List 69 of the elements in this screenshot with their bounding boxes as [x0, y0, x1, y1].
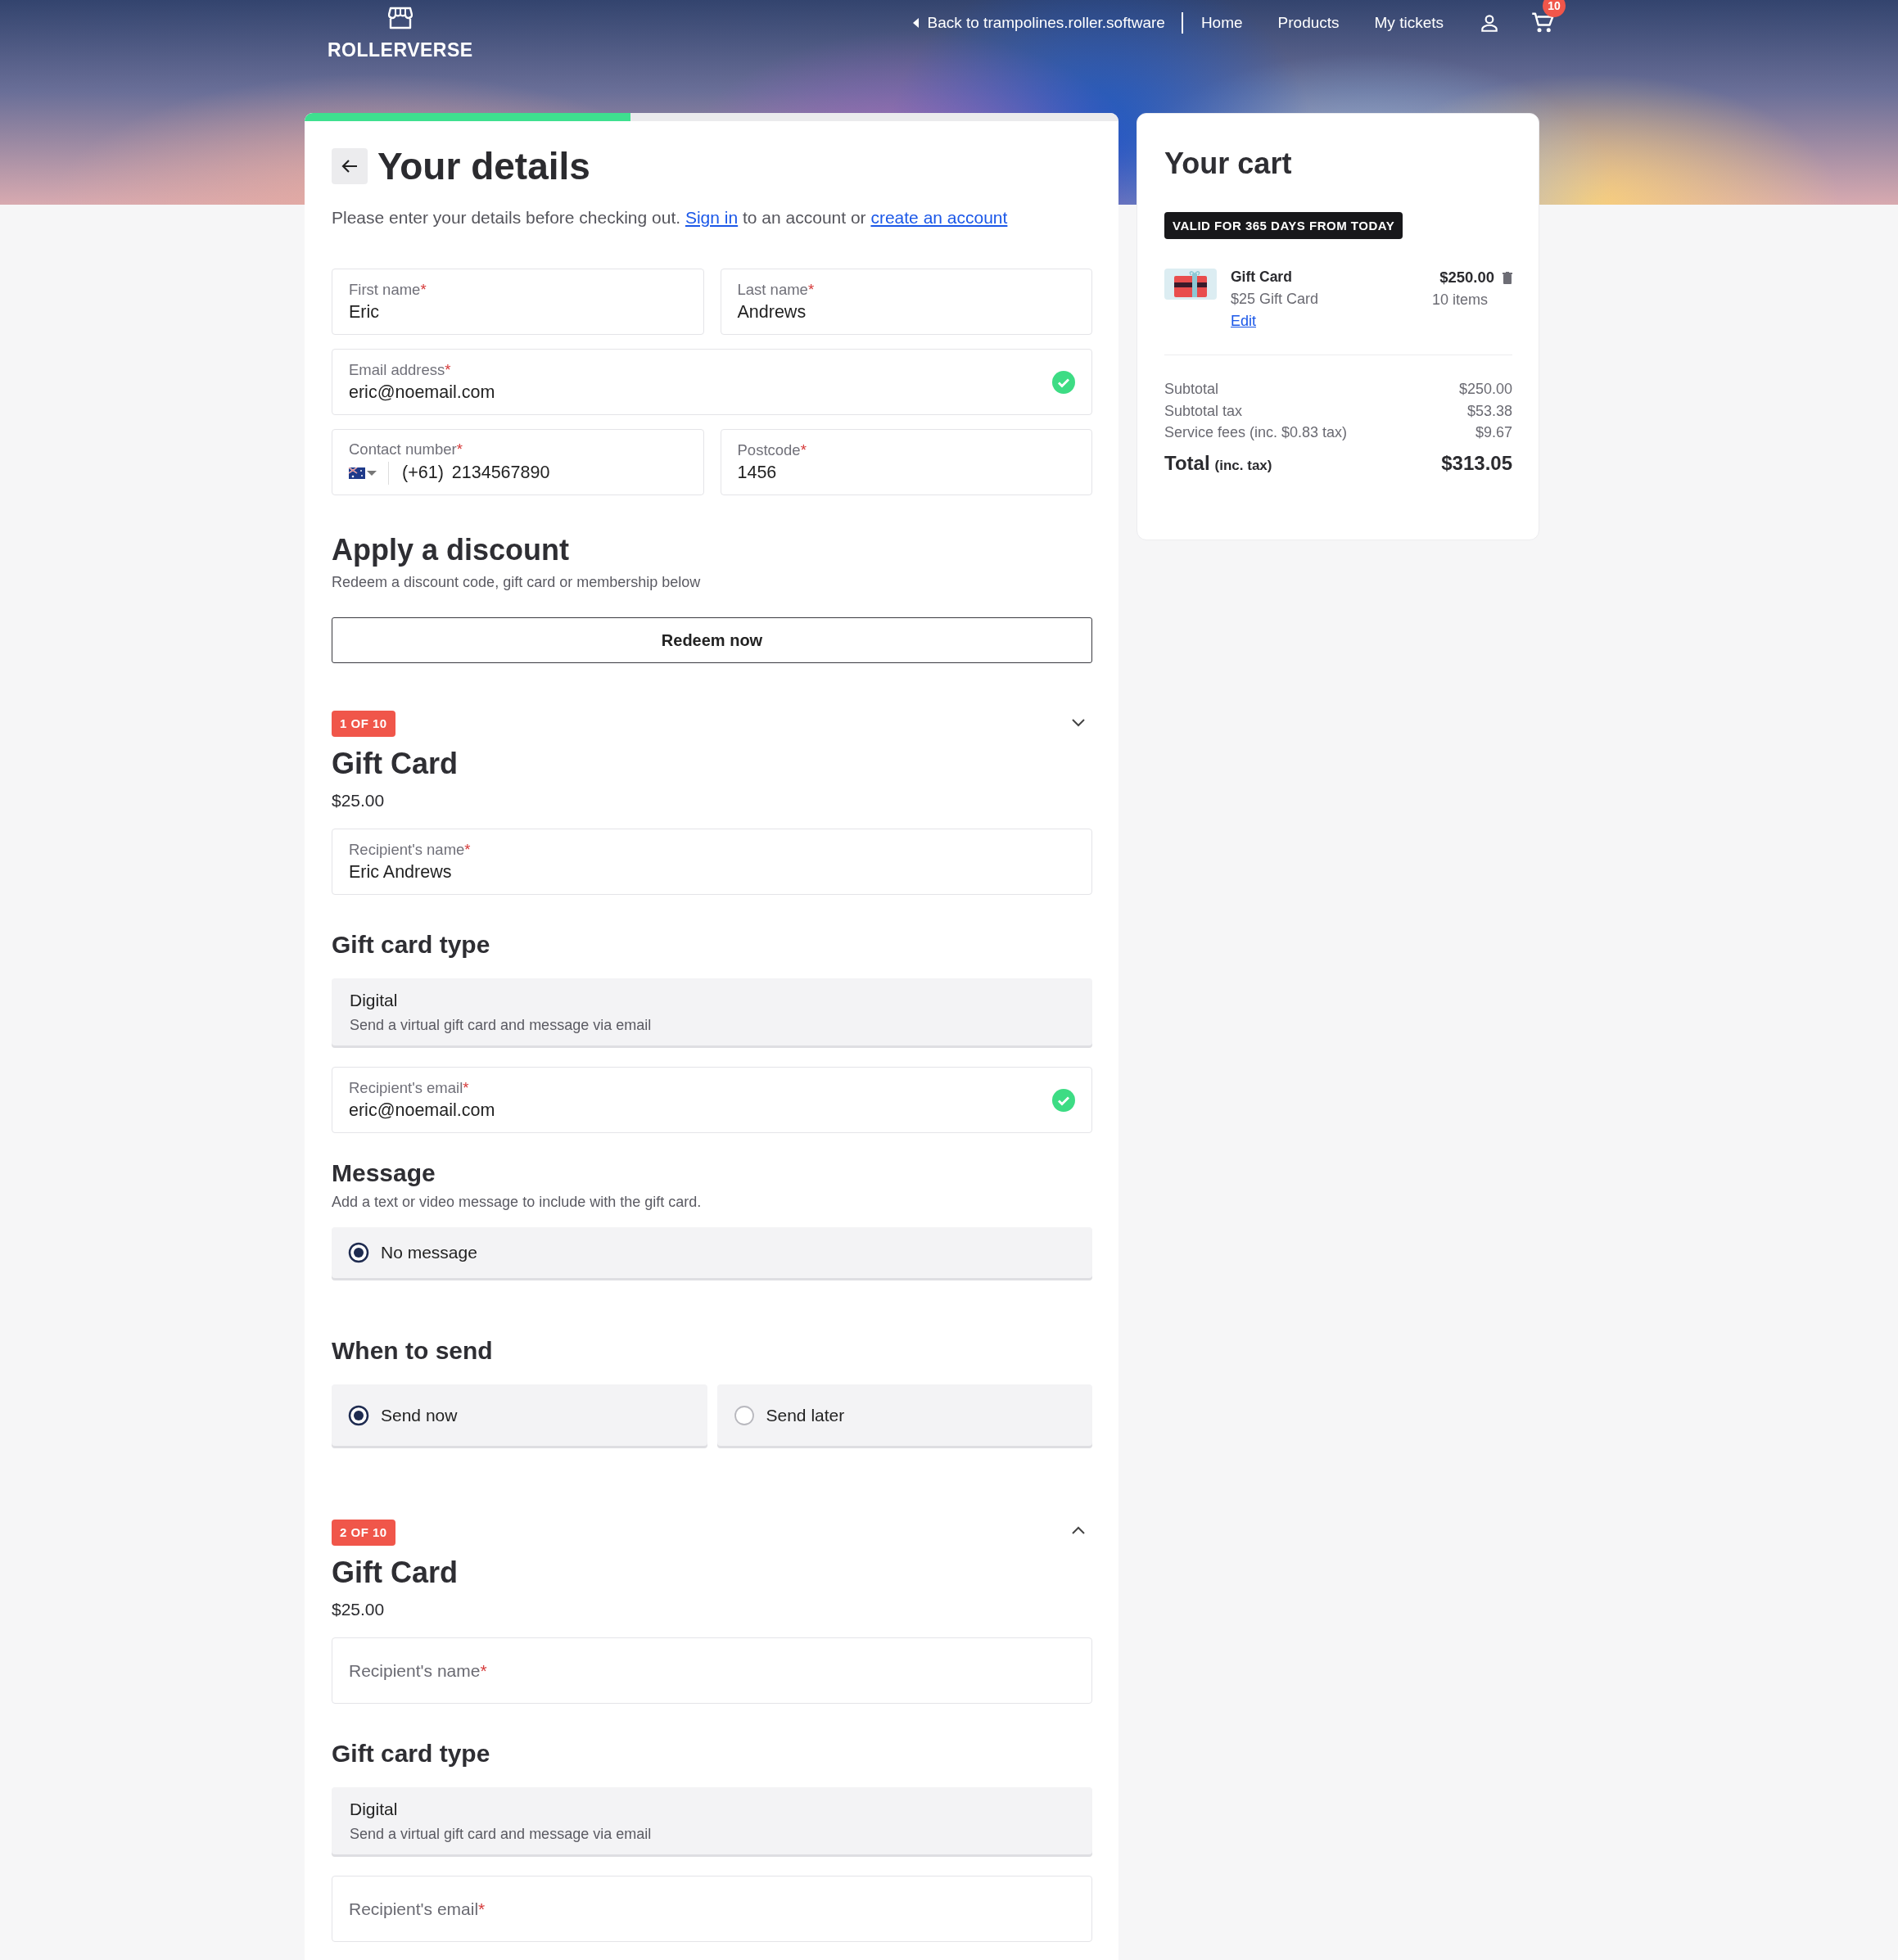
radio-selected-icon[interactable] — [348, 1242, 369, 1263]
product-price: $250.00 — [1439, 269, 1494, 287]
section-heading: Gift card type — [332, 1740, 491, 1768]
user-icon[interactable] — [1479, 12, 1500, 34]
phone-field[interactable]: Contact number* (+61) 2134567890 — [332, 429, 704, 495]
page-title: Your details — [377, 144, 590, 188]
section-heading: Gift card type — [332, 931, 491, 959]
radio-option[interactable]: No message — [332, 1227, 1092, 1278]
validity-badge: VALID FOR 365 DAYS FROM TODAY — [1164, 212, 1403, 239]
flag-icon — [349, 467, 365, 479]
input-field[interactable]: Recipient's name* — [332, 1637, 1092, 1704]
back-button[interactable] — [332, 148, 368, 184]
intro-text: Please enter your details before checking out. Sign in to an account or create an account — [332, 208, 1009, 228]
nav-link[interactable]: Home — [1200, 14, 1243, 32]
nav-link[interactable]: My tickets — [1374, 14, 1444, 32]
input-field[interactable]: Postcode* 1456 — [720, 429, 1092, 495]
total-value: $313.05 — [1441, 451, 1512, 475]
item-price: $25.00 — [332, 1600, 386, 1619]
item-price: $25.00 — [332, 791, 386, 811]
input-field[interactable]: First name* Eric — [332, 269, 704, 335]
text-link[interactable]: create an account — [870, 208, 1008, 227]
edit-link[interactable]: Edit — [1231, 313, 1257, 329]
radio-selected-icon[interactable] — [348, 1404, 369, 1426]
radio-option[interactable]: Send later — [716, 1384, 1092, 1446]
summary-label: Service fees (inc. $0.83 tax) — [1164, 423, 1348, 442]
product-quantity: 10 items — [1431, 291, 1488, 309]
summary-value: $250.00 — [1458, 380, 1512, 399]
chevron-up-icon[interactable] — [1071, 1526, 1086, 1536]
item-title: Gift Card — [332, 747, 459, 781]
chevron-down-icon[interactable] — [1071, 717, 1086, 727]
caret-left-icon — [913, 18, 920, 28]
store-icon — [387, 7, 413, 29]
input-field[interactable]: Recipient's email* — [332, 1876, 1092, 1942]
summary-label: Subtotal — [1164, 380, 1219, 399]
total-note: (inc. tax) — [1214, 457, 1272, 473]
total-label: Total — [1164, 451, 1210, 474]
item-count-badge: 2 OF 10 — [332, 1520, 395, 1546]
product-name: Gift Card — [1231, 269, 1293, 286]
section-heading: Message — [332, 1159, 436, 1187]
nav-link[interactable]: Products — [1277, 14, 1340, 32]
input-field[interactable]: Recipient's email* eric@noemail.com — [332, 1067, 1092, 1133]
arrow-left-icon — [341, 159, 358, 174]
radio-option[interactable]: Send now — [332, 1384, 707, 1446]
back-link[interactable]: Back to trampolines.roller.software — [913, 14, 1182, 32]
select-field[interactable]: Digital Send a virtual gift card and message via email — [332, 978, 1092, 1045]
radio-unselected-icon[interactable] — [733, 1404, 755, 1426]
item-count-badge: 1 OF 10 — [332, 711, 395, 737]
gift-card-icon — [1164, 269, 1217, 300]
caret-down-icon — [367, 469, 377, 476]
product-description: $25 Gift Card — [1231, 291, 1320, 308]
section-subtitle: Add a text or video message to include with the gift card. — [332, 1194, 703, 1211]
section-heading: When to send — [332, 1337, 494, 1365]
summary-value: $9.67 — [1475, 423, 1512, 442]
input-field[interactable]: Last name* Andrews — [720, 269, 1092, 335]
summary-value: $53.38 — [1466, 401, 1512, 421]
section-subtitle: Redeem a discount code, gift card or membership below — [332, 574, 702, 591]
redeem-button[interactable]: Redeem now — [332, 617, 1092, 663]
cart-count-badge: 10 — [1543, 0, 1566, 17]
input-field[interactable]: Email address* eric@noemail.com — [332, 349, 1092, 415]
item-title: Gift Card — [332, 1556, 459, 1590]
logo-text[interactable]: ROLLERVERSE — [328, 39, 473, 61]
cart-title: Your cart — [1164, 147, 1293, 181]
text-link[interactable]: Sign in — [685, 208, 739, 227]
trash-icon[interactable] — [1503, 271, 1512, 284]
country-selector[interactable] — [349, 461, 389, 485]
select-field[interactable]: Digital Send a virtual gift card and message via email — [332, 1787, 1092, 1854]
input-field[interactable]: Recipient's name* Eric Andrews — [332, 829, 1092, 895]
section-heading: Apply a discount — [332, 533, 571, 567]
summary-label: Subtotal tax — [1164, 401, 1243, 421]
